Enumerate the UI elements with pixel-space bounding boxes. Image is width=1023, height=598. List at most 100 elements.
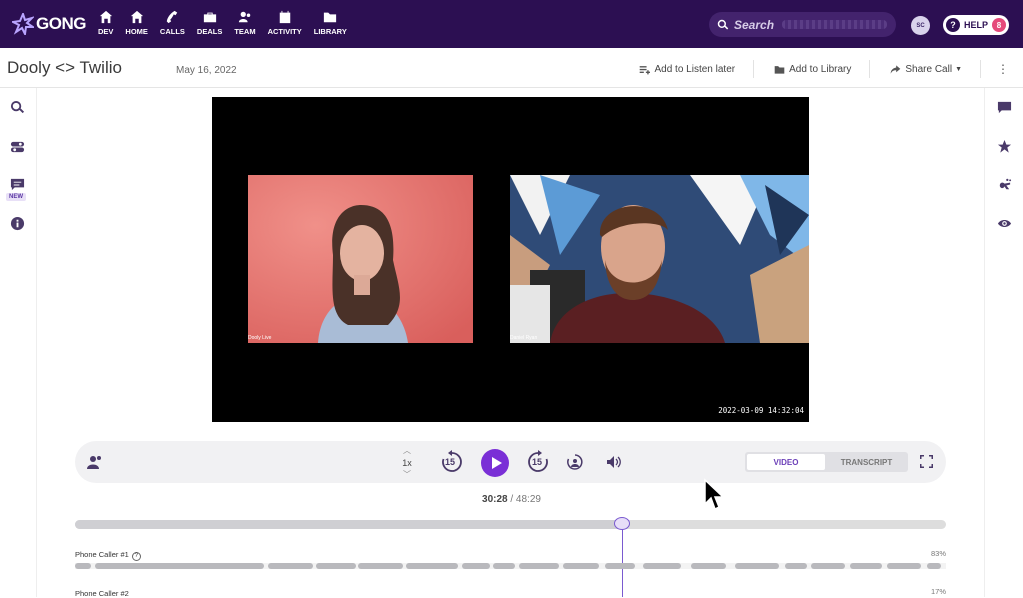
playback-speed-value: 1x bbox=[402, 458, 412, 468]
nav-label: DEALS bbox=[196, 27, 223, 36]
search-blurred-text bbox=[782, 20, 888, 29]
participant-image-woman bbox=[248, 175, 473, 343]
skip-back-label: 15 bbox=[445, 457, 456, 467]
speech-segment[interactable] bbox=[75, 563, 91, 569]
speech-segment[interactable] bbox=[785, 563, 807, 569]
playback-speed-control[interactable]: ︿ 1x ﹀ bbox=[401, 445, 413, 481]
nav-item-calls[interactable]: CALLS bbox=[160, 10, 185, 36]
share-call-button[interactable]: Share Call ▼ bbox=[890, 64, 962, 75]
speech-segment[interactable] bbox=[605, 563, 635, 569]
listen-later-label: Add to Listen later bbox=[654, 63, 736, 75]
toggle-settings-icon[interactable] bbox=[10, 139, 25, 154]
playhead-line bbox=[621, 524, 623, 597]
top-nav: GONG DEV HOME CALLS DEALS TEAM ACTIVITY bbox=[0, 0, 1023, 48]
comments-icon[interactable] bbox=[997, 100, 1012, 115]
video-player[interactable]: Dooly Live Daniel Ryan 2022-03-09 14:32:… bbox=[212, 97, 809, 422]
eye-icon[interactable] bbox=[997, 216, 1012, 231]
tab-transcript[interactable]: TRANSCRIPT bbox=[827, 454, 906, 470]
right-rail bbox=[984, 88, 1023, 597]
help-label: HELP bbox=[964, 20, 989, 30]
nav-item-dev[interactable]: DEV bbox=[98, 10, 113, 36]
main-nav: DEV HOME CALLS DEALS TEAM ACTIVITY LIBRA… bbox=[98, 10, 359, 36]
skip-forward-label: 15 bbox=[532, 457, 543, 467]
speaker-name: Phone Caller #1 bbox=[75, 550, 129, 559]
player-controls: ︿ 1x ﹀ 15 15 VIDEO TRANSCRIPT bbox=[75, 441, 946, 483]
home-icon bbox=[99, 10, 112, 24]
trackers-icon[interactable] bbox=[997, 177, 1012, 192]
add-library-label: Add to Library bbox=[789, 63, 852, 75]
call-date: May 16, 2022 bbox=[176, 65, 237, 76]
fullscreen-icon[interactable] bbox=[920, 455, 933, 468]
star-icon[interactable] bbox=[997, 139, 1012, 154]
nav-item-library[interactable]: LIBRARY bbox=[314, 10, 347, 36]
video-timestamp: 2022-03-09 14:32:04 bbox=[718, 406, 804, 415]
help-circle-icon[interactable]: ? bbox=[131, 552, 141, 561]
nav-label: TEAM bbox=[234, 27, 256, 36]
volume-icon[interactable] bbox=[606, 454, 622, 470]
nav-label: LIBRARY bbox=[313, 27, 347, 36]
nav-item-home[interactable]: HOME bbox=[125, 10, 148, 36]
call-header: Dooly <> Twilio May 16, 2022 Add to List… bbox=[0, 48, 1023, 88]
calendar-icon bbox=[279, 10, 290, 24]
participants-icon[interactable] bbox=[87, 454, 103, 470]
speech-segment[interactable] bbox=[691, 563, 726, 569]
speech-segment[interactable] bbox=[887, 563, 921, 569]
speech-segment[interactable] bbox=[811, 563, 845, 569]
current-time: 30:28 bbox=[482, 494, 508, 505]
total-duration: / 48:29 bbox=[510, 494, 541, 505]
participant-name-left: Dooly Live bbox=[248, 335, 272, 341]
chevron-down-icon: ▼ bbox=[955, 65, 962, 73]
progress-bar[interactable] bbox=[75, 520, 946, 529]
mouse-cursor-icon bbox=[704, 478, 723, 511]
add-to-library-button[interactable]: Add to Library bbox=[774, 64, 851, 75]
speaker-jump-icon[interactable] bbox=[567, 454, 583, 470]
divider bbox=[753, 60, 755, 78]
comment-box-icon[interactable] bbox=[10, 177, 25, 192]
phone-icon bbox=[167, 10, 178, 24]
nav-item-team[interactable]: TEAM bbox=[234, 10, 256, 36]
speech-segment[interactable] bbox=[406, 563, 458, 569]
nav-item-deals[interactable]: DEALS bbox=[197, 10, 222, 36]
speech-segment[interactable] bbox=[563, 563, 599, 569]
time-display: 30:28 / 48:29 bbox=[0, 494, 1023, 505]
more-options-icon[interactable]: ⋮ bbox=[997, 62, 1009, 76]
nav-item-activity[interactable]: ACTIVITY bbox=[268, 10, 302, 36]
speech-segment[interactable] bbox=[519, 563, 559, 569]
speech-segment[interactable] bbox=[316, 563, 356, 569]
skip-back-15-button[interactable]: 15 bbox=[440, 450, 464, 474]
speech-segment[interactable] bbox=[268, 563, 313, 569]
skip-forward-15-button[interactable]: 15 bbox=[526, 450, 550, 474]
speech-segment[interactable] bbox=[927, 563, 941, 569]
speech-segment[interactable] bbox=[462, 563, 490, 569]
speech-segment[interactable] bbox=[493, 563, 515, 569]
tab-video[interactable]: VIDEO bbox=[747, 454, 825, 470]
view-mode-toggle: VIDEO TRANSCRIPT bbox=[745, 452, 908, 472]
speech-segment[interactable] bbox=[735, 563, 779, 569]
nav-label: CALLS bbox=[159, 27, 185, 36]
chevron-up-icon[interactable]: ︿ bbox=[401, 445, 413, 457]
add-to-listen-later-button[interactable]: Add to Listen later bbox=[639, 64, 735, 75]
team-icon bbox=[238, 11, 251, 23]
new-tag: NEW bbox=[6, 193, 26, 201]
search-placeholder: Search bbox=[734, 17, 775, 32]
search-icon[interactable] bbox=[10, 100, 25, 115]
search-input[interactable]: Search bbox=[709, 12, 896, 37]
briefcase-icon bbox=[203, 12, 216, 23]
speech-segment[interactable] bbox=[172, 563, 264, 569]
nav-label: ACTIVITY bbox=[267, 27, 302, 36]
chevron-down-icon[interactable]: ﹀ bbox=[401, 469, 413, 481]
user-avatar[interactable]: SC bbox=[911, 16, 930, 35]
help-button[interactable]: ? HELP 8 bbox=[943, 15, 1009, 35]
speaker-timeline[interactable] bbox=[75, 563, 946, 569]
speech-segment[interactable] bbox=[358, 563, 403, 569]
playhead-handle[interactable] bbox=[613, 517, 630, 530]
speech-segment[interactable] bbox=[643, 563, 681, 569]
folder-icon bbox=[324, 12, 337, 23]
search-icon bbox=[717, 19, 729, 29]
play-button[interactable] bbox=[481, 449, 509, 477]
share-call-label: Share Call bbox=[905, 63, 953, 75]
speech-segment[interactable] bbox=[850, 563, 882, 569]
info-icon[interactable] bbox=[10, 216, 25, 231]
gong-logo[interactable]: GONG bbox=[12, 13, 86, 35]
call-title: Dooly <> Twilio bbox=[7, 58, 122, 77]
